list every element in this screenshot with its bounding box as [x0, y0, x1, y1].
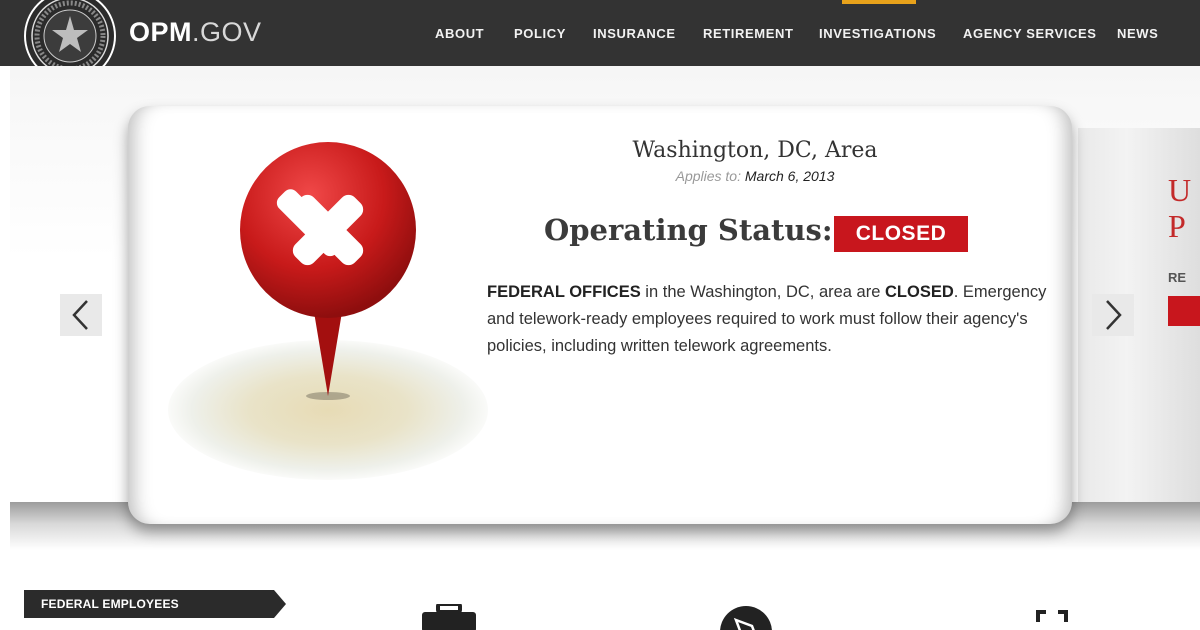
peek-letter-2: P: [1168, 208, 1186, 244]
federal-employees-label: FEDERAL EMPLOYEES: [41, 597, 179, 611]
expand-icon[interactable]: [1036, 610, 1068, 630]
brand-bold: OPM: [129, 17, 193, 47]
nav-agency-services[interactable]: AGENCY SERVICES: [963, 26, 1097, 41]
body-strong-1: FEDERAL OFFICES: [487, 283, 641, 301]
site-logo-text[interactable]: OPM.GOV: [129, 17, 262, 48]
carousel-next-button[interactable]: [1092, 294, 1134, 336]
status-description: FEDERAL OFFICES in the Washington, DC, a…: [487, 279, 1047, 360]
next-slide-label: RE: [1168, 270, 1187, 285]
federal-employees-tab[interactable]: FEDERAL EMPLOYEES: [24, 590, 286, 618]
body-strong-2: CLOSED: [884, 283, 954, 301]
chevron-right-icon: [1106, 300, 1122, 330]
nav-news[interactable]: NEWS: [1117, 26, 1158, 41]
next-slide-button: [1168, 296, 1200, 326]
nav-insurance[interactable]: INSURANCE: [593, 26, 676, 41]
alert-tab[interactable]: [842, 0, 916, 4]
status-badge: CLOSED: [834, 216, 968, 252]
nav-retirement[interactable]: RETIREMENT: [703, 26, 794, 41]
brand-suffix: .GOV: [192, 17, 262, 47]
chevron-left-icon: [72, 300, 88, 330]
nav-about[interactable]: ABOUT: [435, 26, 484, 41]
carousel-prev-button[interactable]: [60, 294, 102, 336]
nav-investigations[interactable]: INVESTIGATIONS: [819, 26, 936, 41]
operating-status-label: Operating Status:: [544, 213, 833, 247]
applies-date: March 6, 2013: [744, 168, 835, 184]
nav-policy[interactable]: POLICY: [514, 26, 566, 41]
location-pin-closed-icon: [240, 142, 416, 400]
compass-icon[interactable]: [718, 604, 774, 630]
top-navigation-bar: OPM.GOV ABOUT POLICY INSURANCE RETIREMEN…: [0, 0, 1200, 82]
next-slide-title: U P: [1168, 172, 1191, 244]
body-text-1: in the Washington, DC, area are: [640, 283, 885, 301]
location-title: Washington, DC, Area: [632, 138, 878, 163]
applies-to: Applies to: March 6, 2013: [600, 168, 910, 184]
applies-label: Applies to:: [675, 168, 741, 184]
peek-letter-1: U: [1168, 172, 1192, 208]
briefcase-icon[interactable]: [420, 604, 478, 630]
